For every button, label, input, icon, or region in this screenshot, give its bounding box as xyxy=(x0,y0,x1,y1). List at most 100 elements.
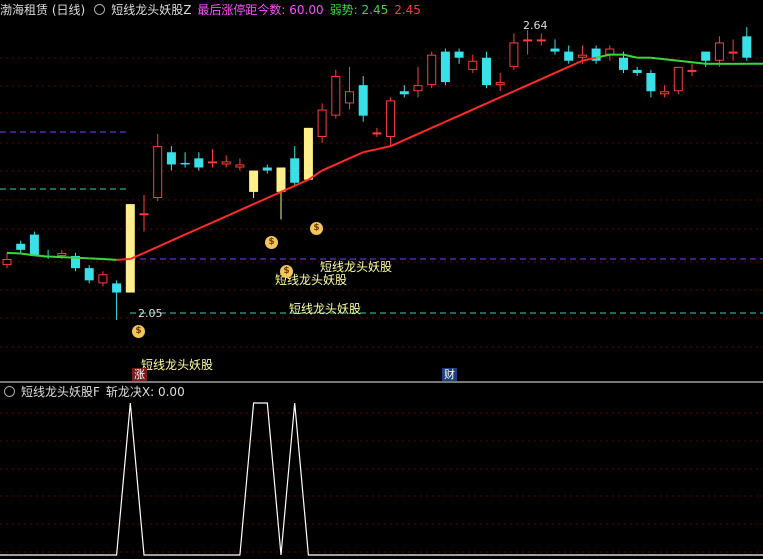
indicator-settings-icon[interactable] xyxy=(4,386,15,397)
moving-average-segment xyxy=(678,59,693,64)
money-bag-icon: $ xyxy=(132,325,145,338)
moving-average-segment xyxy=(198,221,213,230)
candle-body xyxy=(701,51,711,61)
moving-average-segment xyxy=(376,145,391,151)
value-label: 斩龙决X: 0.00 xyxy=(105,385,185,399)
moving-average-segment xyxy=(650,56,665,61)
stock-title[interactable]: 渤海租赁 (日线) xyxy=(0,3,85,17)
moving-average-segment xyxy=(170,233,186,242)
candle-body xyxy=(139,213,149,216)
moving-average-segment xyxy=(513,84,529,93)
candle-body xyxy=(468,60,478,70)
candle-body xyxy=(646,72,656,92)
candle-body xyxy=(742,36,752,58)
candle-body xyxy=(413,85,423,92)
moving-average-segment xyxy=(444,114,460,123)
moving-average-segment xyxy=(34,254,49,258)
candle-body xyxy=(84,268,94,281)
indicator-panel-header: 短线龙头妖股F 斩龙决X: 0.00 xyxy=(0,385,191,399)
money-bag-icon: $ xyxy=(265,236,278,249)
candle-body xyxy=(550,48,560,52)
candle-body xyxy=(660,91,670,95)
candle-body xyxy=(208,161,217,164)
weak-label: 弱势: 2.45 xyxy=(329,3,389,17)
candle-body xyxy=(605,48,615,55)
candle-body xyxy=(687,69,697,72)
money-bag-icon: $ xyxy=(280,265,293,278)
moving-average-segment xyxy=(431,120,446,129)
moving-average-segment xyxy=(6,251,21,255)
moving-average-segment xyxy=(417,126,433,135)
candle-body xyxy=(235,164,245,168)
moving-average-segment xyxy=(61,256,76,259)
candle-body xyxy=(112,283,122,293)
indicator-name[interactable]: 短线龙头妖股F xyxy=(21,385,100,399)
candle-body xyxy=(523,39,533,42)
price-panel-header: 渤海租赁 (日线) 短线龙头妖股Z 最后涨停距今数: 60.00 弱势: 2.45 2.… xyxy=(0,3,427,17)
candle-body xyxy=(564,51,574,61)
candle-body xyxy=(221,161,231,165)
candle-body xyxy=(290,158,300,183)
candle-body xyxy=(619,57,628,70)
low-price-label: 2.05 xyxy=(138,307,163,320)
stock-chart-window: 渤海租赁 (日线) 短线龙头妖股Z 最后涨停距今数: 60.00 弱势: 2.45 2.… xyxy=(0,0,763,559)
last-limit-up-label: 最后涨停距今数: 60.00 xyxy=(197,3,324,17)
candle-body xyxy=(536,39,546,42)
high-price-label: 2.64 xyxy=(523,19,548,32)
candle-body xyxy=(276,167,286,192)
moving-average-segment xyxy=(664,58,679,62)
candle-body xyxy=(714,42,724,61)
candle-body xyxy=(386,100,396,137)
moving-average-segment xyxy=(48,255,62,259)
candle-body xyxy=(153,146,163,198)
limit-up-marker[interactable]: 涨 xyxy=(132,368,147,381)
moving-average-segment xyxy=(266,190,282,199)
candle-body xyxy=(673,66,683,92)
moving-average-segment xyxy=(554,65,570,74)
price-chart[interactable] xyxy=(0,0,763,380)
candle-body xyxy=(509,42,519,67)
moving-average-segment xyxy=(212,215,227,224)
moving-average-segment xyxy=(335,157,350,166)
moving-average-segment xyxy=(458,108,474,117)
candle-body xyxy=(57,252,67,256)
candle-body xyxy=(577,54,587,58)
candle-body xyxy=(495,82,505,86)
moving-average-segment xyxy=(143,245,159,254)
moving-average-segment xyxy=(102,258,117,261)
candle-body xyxy=(427,54,437,86)
moving-average-segment xyxy=(472,102,487,111)
indicator-name[interactable]: 短线龙头妖股Z xyxy=(111,3,191,17)
candle-body xyxy=(632,69,642,73)
candle-body xyxy=(29,234,39,256)
candle-body xyxy=(331,76,341,116)
moving-average-segment xyxy=(623,53,638,59)
moving-average-segment xyxy=(499,90,515,99)
candle-body xyxy=(399,91,409,95)
moving-average-segment xyxy=(239,203,255,212)
candle-body xyxy=(454,51,464,58)
candle-body xyxy=(728,51,738,54)
candle-body xyxy=(180,162,190,165)
indicator-settings-icon[interactable] xyxy=(94,4,106,15)
finance-marker[interactable]: 财 xyxy=(442,368,457,381)
panel-divider[interactable] xyxy=(0,381,763,383)
moving-average-segment xyxy=(486,96,501,105)
moving-average-segment xyxy=(321,163,337,172)
moving-average-segment xyxy=(403,133,419,141)
candle-body xyxy=(358,85,368,116)
candle-body xyxy=(303,127,313,180)
moving-average-segment xyxy=(116,258,131,261)
candle-body xyxy=(194,158,204,168)
signal-label: 短线龙头妖股 xyxy=(141,358,214,372)
moving-average-segment xyxy=(568,59,583,68)
candle-body xyxy=(166,152,176,165)
candle-body xyxy=(482,57,491,86)
indicator-chart[interactable] xyxy=(0,383,763,559)
moving-average-segment xyxy=(540,72,556,80)
moving-average-segment xyxy=(75,256,90,260)
signal-label: 短线龙头妖股 xyxy=(289,302,362,316)
moving-average-segment xyxy=(362,148,378,154)
money-bag-icon: $ xyxy=(310,222,323,235)
candle-body xyxy=(2,259,12,266)
